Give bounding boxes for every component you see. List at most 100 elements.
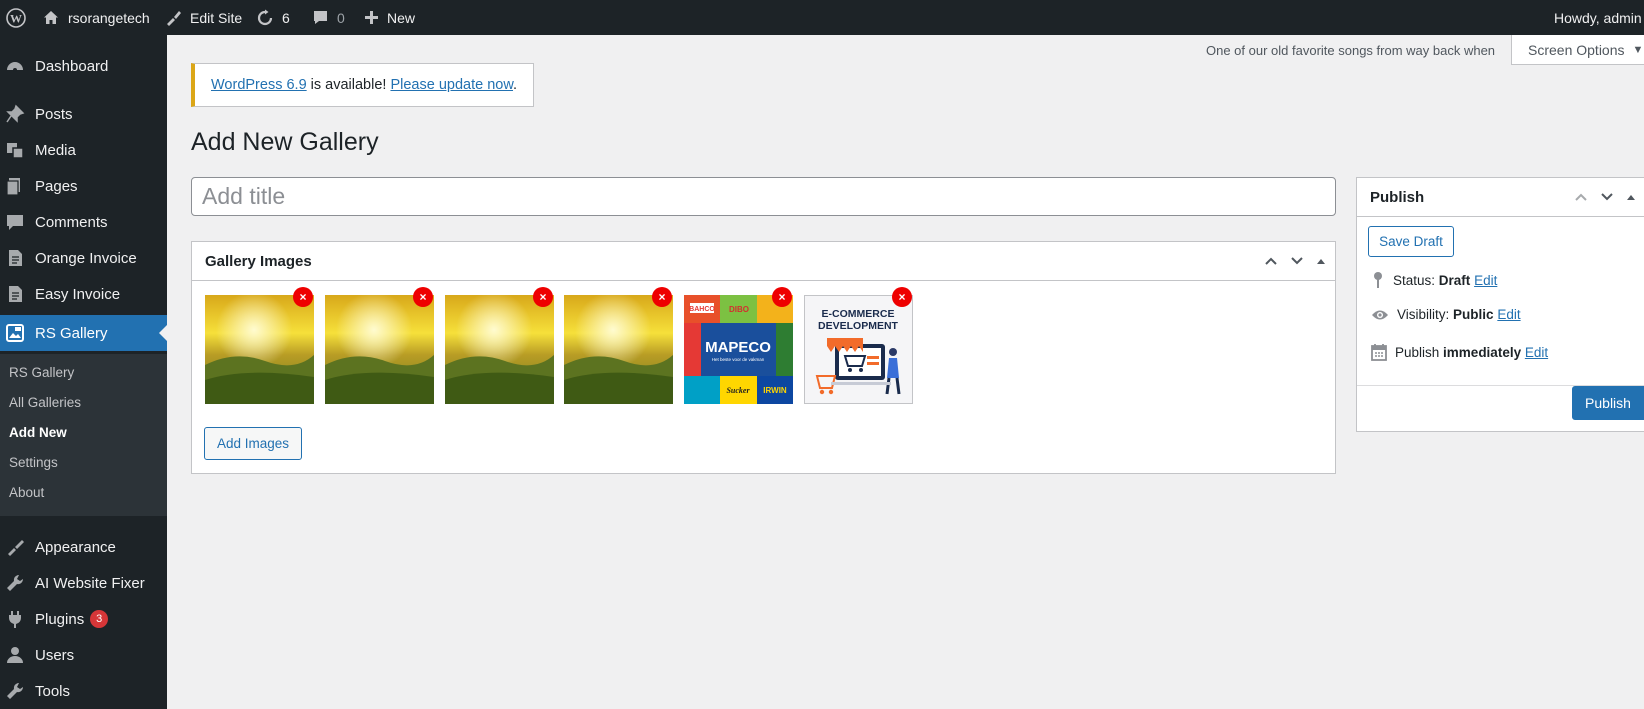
submenu-about[interactable]: About xyxy=(9,485,44,500)
visibility-row: Visibility: Public Edit xyxy=(1371,307,1521,322)
admin-side-menu-lower: Appearance AI Website Fixer Plugins 3 Us… xyxy=(0,516,167,709)
menu-label-users: Users xyxy=(35,646,75,664)
document-icon xyxy=(5,284,25,304)
rs-gallery-submenu: RS Gallery All Galleries Add New Setting… xyxy=(0,354,167,516)
menu-label-pages: Pages xyxy=(35,177,78,195)
wrench-icon xyxy=(5,681,25,701)
gallery-icon xyxy=(5,323,25,343)
site-name-link[interactable]: rsorangetech xyxy=(42,0,150,35)
move-up-icon[interactable] xyxy=(1573,189,1589,205)
publish-box-header: Publish xyxy=(1357,178,1644,217)
comments-icon xyxy=(5,212,25,232)
status-value: Draft xyxy=(1438,272,1471,288)
menu-item-comments[interactable]: Comments xyxy=(0,204,167,240)
remove-image-button-1[interactable]: × xyxy=(293,287,313,307)
page-title: Add New Gallery xyxy=(191,128,379,156)
gallery-thumbnail-4[interactable] xyxy=(564,295,673,404)
menu-label-comments: Comments xyxy=(35,213,108,231)
edit-site-link[interactable]: Edit Site xyxy=(164,0,242,35)
status-row: Status: Draft Edit xyxy=(1371,271,1497,289)
menu-label-tools: Tools xyxy=(35,682,71,700)
pages-icon xyxy=(5,176,25,196)
move-down-icon[interactable] xyxy=(1599,189,1615,205)
notice-text: is available! xyxy=(306,77,391,93)
updates-icon xyxy=(257,9,273,25)
publish-date-value: immediately xyxy=(1443,344,1522,360)
remove-image-button-6[interactable]: × xyxy=(892,287,912,307)
plug-icon xyxy=(5,609,25,629)
menu-label-plugins: Plugins xyxy=(35,610,85,628)
submenu-rs-gallery[interactable]: RS Gallery xyxy=(9,365,74,380)
edit-status-link[interactable]: Edit xyxy=(1474,273,1497,288)
menu-item-dashboard[interactable]: Dashboard xyxy=(0,48,167,84)
gallery-images-header: Gallery Images xyxy=(192,242,1335,281)
gallery-thumbnail-5[interactable]: BAHCO DIBO MAPECO Het beste voor de vakm… xyxy=(684,295,793,404)
submenu-add-new[interactable]: Add New xyxy=(9,425,67,440)
ecommerce-line2: DEVELOPMENT xyxy=(818,320,899,332)
menu-item-posts[interactable]: Posts xyxy=(0,96,167,132)
wordpress-logo-icon[interactable]: W xyxy=(6,0,26,35)
plugins-update-badge: 3 xyxy=(90,610,109,628)
pin-icon xyxy=(5,104,25,124)
comments-link[interactable]: 0 xyxy=(312,0,345,35)
howdy-account[interactable]: Howdy, admin xyxy=(1554,0,1642,35)
pin-icon xyxy=(1374,272,1382,288)
updates-link[interactable]: 6 xyxy=(256,0,290,35)
menu-item-appearance[interactable]: Appearance xyxy=(0,529,167,565)
edit-visibility-link[interactable]: Edit xyxy=(1497,307,1520,322)
document-icon xyxy=(5,248,25,268)
remove-image-button-4[interactable]: × xyxy=(652,287,672,307)
eye-icon xyxy=(1372,310,1388,319)
menu-item-tools[interactable]: Tools xyxy=(0,673,167,709)
remove-image-button-5[interactable]: × xyxy=(772,287,792,307)
menu-label-ai-website-fixer: AI Website Fixer xyxy=(35,574,145,592)
plus-icon xyxy=(365,11,378,24)
menu-label-posts: Posts xyxy=(35,105,73,123)
edit-publish-date-link[interactable]: Edit xyxy=(1525,345,1548,360)
menu-item-pages[interactable]: Pages xyxy=(0,168,167,204)
site-name: rsorangetech xyxy=(68,9,150,26)
publish-button[interactable]: Publish xyxy=(1572,386,1644,420)
save-draft-button[interactable]: Save Draft xyxy=(1368,226,1454,257)
publish-date-row: Publish immediately Edit xyxy=(1371,343,1548,361)
menu-item-orange-invoice[interactable]: Orange Invoice xyxy=(0,240,167,276)
update-now-link[interactable]: Please update now xyxy=(390,77,513,93)
submenu-settings[interactable]: Settings xyxy=(9,455,58,470)
notice-end: . xyxy=(513,77,518,93)
collapse-toggle-icon[interactable] xyxy=(1625,191,1637,203)
collapse-toggle-icon[interactable] xyxy=(1315,255,1327,267)
caret-down-icon: ▼ xyxy=(1632,43,1644,56)
new-label: New xyxy=(387,9,416,26)
gallery-thumbnail-6[interactable]: E-COMMERCE DEVELOPMENT xyxy=(804,295,913,404)
menu-item-rs-gallery[interactable]: RS Gallery xyxy=(0,315,167,351)
menu-item-plugins[interactable]: Plugins 3 xyxy=(0,601,167,637)
menu-item-easy-invoice[interactable]: Easy Invoice xyxy=(0,276,167,312)
logo-text-dibo: DIBO xyxy=(729,305,749,314)
move-down-icon[interactable] xyxy=(1289,253,1305,269)
gallery-thumbnail-3[interactable] xyxy=(445,295,554,404)
wordpress-version-link[interactable]: WordPress 6.9 xyxy=(211,77,307,93)
screen-options-button[interactable]: Screen Options ▼ xyxy=(1511,35,1644,65)
remove-image-button-2[interactable]: × xyxy=(413,287,433,307)
menu-item-ai-website-fixer[interactable]: AI Website Fixer xyxy=(0,565,167,601)
menu-item-media[interactable]: Media xyxy=(0,132,167,168)
menu-item-users[interactable]: Users xyxy=(0,637,167,673)
gallery-title-input[interactable] xyxy=(191,177,1336,216)
mapeco-title: MAPECO xyxy=(705,339,771,356)
menu-label-appearance: Appearance xyxy=(35,538,116,556)
move-up-icon[interactable] xyxy=(1263,253,1279,269)
brush-icon xyxy=(5,537,25,557)
submenu-all-galleries[interactable]: All Galleries xyxy=(9,395,81,410)
remove-image-button-3[interactable]: × xyxy=(533,287,553,307)
add-images-button[interactable]: Add Images xyxy=(204,427,302,460)
calendar-icon xyxy=(1371,344,1387,361)
status-label: Status: xyxy=(1393,272,1436,288)
menu-label-orange-invoice: Orange Invoice xyxy=(35,249,137,267)
publish-date-label: Publish xyxy=(1395,344,1440,360)
comment-icon xyxy=(314,11,327,24)
logo-text-sucker: Sucker xyxy=(726,386,750,395)
gallery-thumbnail-1[interactable] xyxy=(205,295,314,404)
gallery-thumbnail-2[interactable] xyxy=(325,295,434,404)
hello-dolly-lyric: One of our old favorite songs from way b… xyxy=(1206,43,1496,58)
new-content-link[interactable]: New xyxy=(364,0,415,35)
